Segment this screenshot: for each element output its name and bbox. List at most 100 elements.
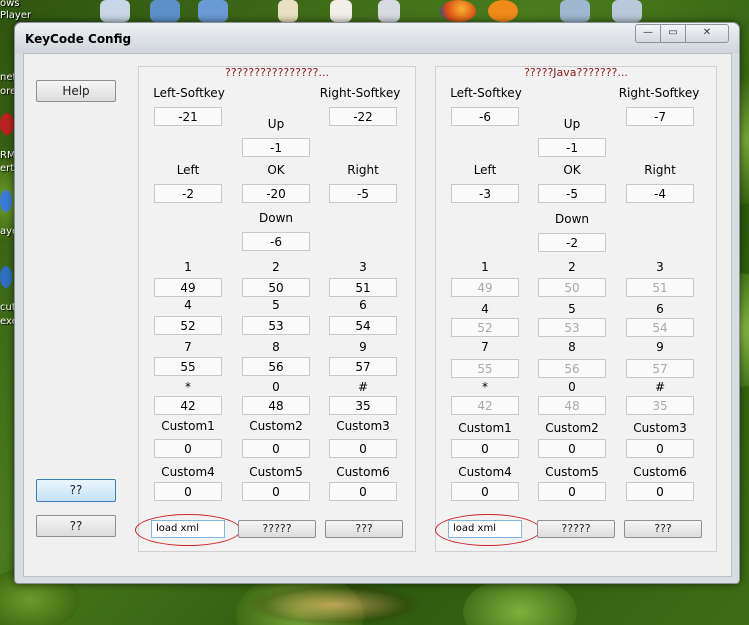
key-9-field: 57 xyxy=(626,359,694,378)
monitor-icon[interactable] xyxy=(150,0,180,22)
key-1-field: 49 xyxy=(451,278,519,297)
key-8-field[interactable]: 56 xyxy=(242,357,310,376)
title-bar[interactable]: KeyCode Config — ▭ ✕ xyxy=(15,23,739,53)
ok-label: OK xyxy=(267,163,285,177)
key-star-field[interactable]: 42 xyxy=(154,396,222,415)
help-button[interactable]: Help xyxy=(36,80,116,102)
key-5-field[interactable]: 53 xyxy=(242,316,310,335)
key-4-field[interactable]: 52 xyxy=(154,316,222,335)
down-label: Down xyxy=(554,212,589,226)
left-label: Left xyxy=(176,163,200,177)
left-field[interactable]: -3 xyxy=(451,184,519,203)
custom1-field[interactable]: 0 xyxy=(154,439,222,458)
key-3-label: 3 xyxy=(359,260,367,274)
up-field[interactable]: -1 xyxy=(538,138,606,157)
side-button-1[interactable]: ?? xyxy=(36,479,116,502)
down-field[interactable]: -2 xyxy=(538,233,606,252)
ok-field[interactable]: -5 xyxy=(538,184,606,203)
left-softkey-label: Left-Softkey xyxy=(153,86,225,100)
key-star-label: * xyxy=(482,380,488,394)
custom1-field[interactable]: 0 xyxy=(451,439,519,458)
down-field[interactable]: -6 xyxy=(242,232,310,251)
document-icon[interactable] xyxy=(278,0,298,22)
app-icon[interactable] xyxy=(0,266,12,288)
up-label: Up xyxy=(563,117,581,131)
key-6-field[interactable]: 54 xyxy=(329,316,397,335)
custom3-field[interactable]: 0 xyxy=(626,439,694,458)
right-softkey-label: Right-Softkey xyxy=(618,86,700,100)
custom2-field[interactable]: 0 xyxy=(242,439,310,458)
right-field[interactable]: -5 xyxy=(329,184,397,203)
ok-field[interactable]: -20 xyxy=(242,184,310,203)
panel-right-button[interactable]: ??? xyxy=(325,520,403,538)
custom5-field[interactable]: 0 xyxy=(242,482,310,501)
key-5-label: 5 xyxy=(568,302,576,316)
key-star-label: * xyxy=(185,380,191,394)
key-8-label: 8 xyxy=(568,340,576,354)
folder-icon[interactable] xyxy=(198,0,228,22)
load-xml-button[interactable]: load xml xyxy=(151,520,225,538)
right-label: Right xyxy=(644,163,676,177)
minimize-button[interactable]: — xyxy=(635,24,661,43)
document-icon[interactable] xyxy=(378,0,400,22)
side-button-2[interactable]: ?? xyxy=(36,515,116,537)
maximize-button[interactable]: ▭ xyxy=(660,24,686,43)
right-field[interactable]: -4 xyxy=(626,184,694,203)
custom4-field[interactable]: 0 xyxy=(154,482,222,501)
load-xml-button[interactable]: load xml xyxy=(448,520,522,538)
up-label: Up xyxy=(267,117,285,131)
key-5-label: 5 xyxy=(272,298,280,312)
media-player-icon[interactable] xyxy=(488,0,518,22)
key-4-field: 52 xyxy=(451,318,519,337)
key-1-field[interactable]: 49 xyxy=(154,278,222,297)
custom4-label: Custom4 xyxy=(161,465,215,479)
custom5-label: Custom5 xyxy=(249,465,303,479)
document-icon[interactable] xyxy=(330,0,352,22)
key-2-label: 2 xyxy=(272,260,280,274)
computer-icon[interactable] xyxy=(100,0,130,22)
network-icon[interactable] xyxy=(560,0,590,22)
key-hash-label: # xyxy=(357,380,369,394)
custom3-label: Custom3 xyxy=(633,421,687,435)
key-0-field[interactable]: 48 xyxy=(242,396,310,415)
left-field[interactable]: -2 xyxy=(154,184,222,203)
ok-label: OK xyxy=(563,163,581,177)
key-hash-field[interactable]: 35 xyxy=(329,396,397,415)
key-9-field[interactable]: 57 xyxy=(329,357,397,376)
app-icon[interactable] xyxy=(0,190,12,212)
key-0-label: 0 xyxy=(272,380,280,394)
key-2-field[interactable]: 50 xyxy=(242,278,310,297)
left-softkey-field[interactable]: -6 xyxy=(451,107,519,126)
key-8-field: 56 xyxy=(538,359,606,378)
key-7-field[interactable]: 55 xyxy=(154,357,222,376)
key-3-field: 51 xyxy=(626,278,694,297)
firefox-icon[interactable] xyxy=(440,0,476,22)
desktop-icon-label: Player xyxy=(0,10,32,21)
right-softkey-field[interactable]: -7 xyxy=(626,107,694,126)
panel-mid-button[interactable]: ????? xyxy=(537,520,615,538)
key-3-field[interactable]: 51 xyxy=(329,278,397,297)
panel-mid-button[interactable]: ????? xyxy=(238,520,316,538)
close-button[interactable]: ✕ xyxy=(685,24,729,43)
window-title: KeyCode Config xyxy=(25,32,132,46)
key-9-label: 9 xyxy=(359,340,367,354)
key-0-label: 0 xyxy=(568,380,576,394)
right-softkey-field[interactable]: -22 xyxy=(329,107,397,126)
panel-right-button[interactable]: ??? xyxy=(624,520,702,538)
custom2-field[interactable]: 0 xyxy=(538,439,606,458)
settings-icon[interactable] xyxy=(612,0,642,22)
key-star-field: 42 xyxy=(451,396,519,415)
custom3-label: Custom3 xyxy=(336,419,390,433)
left-softkey-field[interactable]: -21 xyxy=(154,107,222,126)
custom4-field[interactable]: 0 xyxy=(451,482,519,501)
key-2-label: 2 xyxy=(568,260,576,274)
custom3-field[interactable]: 0 xyxy=(329,439,397,458)
app-icon[interactable] xyxy=(0,113,14,135)
custom6-field[interactable]: 0 xyxy=(329,482,397,501)
key-3-label: 3 xyxy=(656,260,664,274)
custom6-field[interactable]: 0 xyxy=(626,482,694,501)
key-4-label: 4 xyxy=(184,298,192,312)
up-field[interactable]: -1 xyxy=(242,138,310,157)
custom5-field[interactable]: 0 xyxy=(538,482,606,501)
key-6-label: 6 xyxy=(656,302,664,316)
